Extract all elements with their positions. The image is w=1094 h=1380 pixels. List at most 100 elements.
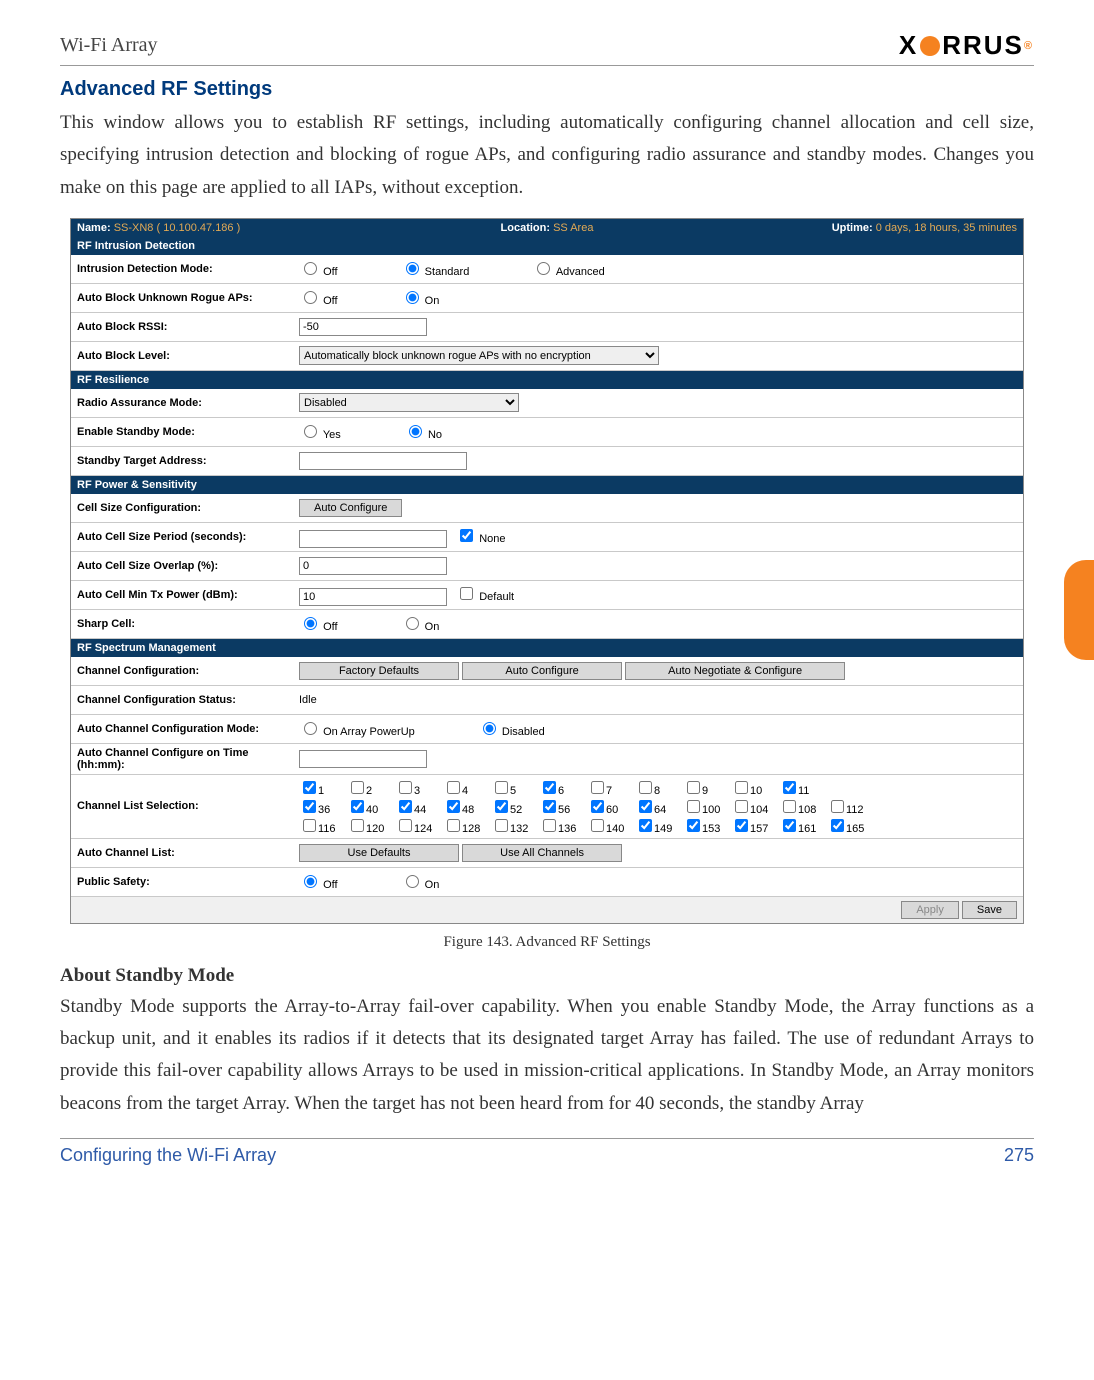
ram-select[interactable]: Disabled xyxy=(299,393,519,412)
ccs-value: Idle xyxy=(293,685,1023,714)
abur-on-radio[interactable] xyxy=(406,291,419,304)
sharp-on-radio[interactable] xyxy=(406,617,419,630)
location-value: SS Area xyxy=(553,222,593,234)
accm-powerup-radio[interactable] xyxy=(304,722,317,735)
use-defaults-button[interactable]: Use Defaults xyxy=(299,844,459,862)
cls-label: Channel List Selection: xyxy=(71,774,293,838)
auto-configure-cell-button[interactable]: Auto Configure xyxy=(299,499,402,517)
channel-list-cell: 1234567891011364044485256606410010410811… xyxy=(293,774,1023,838)
channel-10-checkbox[interactable] xyxy=(735,781,748,794)
channel-124-checkbox[interactable] xyxy=(399,819,412,832)
idm-label: Intrusion Detection Mode: xyxy=(71,255,293,284)
channel-44-checkbox[interactable] xyxy=(399,800,412,813)
channel-11-checkbox[interactable] xyxy=(783,781,796,794)
idm-off-radio[interactable] xyxy=(304,262,317,275)
ablvl-select[interactable]: Automatically block unknown rogue APs wi… xyxy=(299,346,659,365)
channel-3-checkbox[interactable] xyxy=(399,781,412,794)
channel-1-checkbox[interactable] xyxy=(303,781,316,794)
footer-left: Configuring the Wi-Fi Array xyxy=(60,1145,276,1166)
ps-on-radio[interactable] xyxy=(406,875,419,888)
channel-56-checkbox[interactable] xyxy=(543,800,556,813)
channel-4-checkbox[interactable] xyxy=(447,781,460,794)
channel-116-checkbox[interactable] xyxy=(303,819,316,832)
section-intrusion: RF Intrusion Detection xyxy=(71,237,1023,255)
sta-input[interactable] xyxy=(299,452,467,470)
cc-label: Channel Configuration: xyxy=(71,657,293,686)
page-header-label: Wi-Fi Array xyxy=(60,34,158,57)
channel-60-checkbox[interactable] xyxy=(591,800,604,813)
channel-48-checkbox[interactable] xyxy=(447,800,460,813)
channel-132-checkbox[interactable] xyxy=(495,819,508,832)
acmtp-default-checkbox[interactable] xyxy=(460,587,473,600)
channel-6-checkbox[interactable] xyxy=(543,781,556,794)
ps-off-radio[interactable] xyxy=(304,875,317,888)
auto-negotiate-button[interactable]: Auto Negotiate & Configure xyxy=(625,662,845,680)
acct-input[interactable] xyxy=(299,750,427,768)
figure-caption: Figure 143. Advanced RF Settings xyxy=(60,934,1034,951)
esm-yes-radio[interactable] xyxy=(304,425,317,438)
ram-label: Radio Assurance Mode: xyxy=(71,389,293,418)
acsp-label: Auto Cell Size Period (seconds): xyxy=(71,522,293,551)
idm-standard-radio[interactable] xyxy=(406,262,419,275)
section-power: RF Power & Sensitivity xyxy=(71,476,1023,494)
abur-label: Auto Block Unknown Rogue APs: xyxy=(71,283,293,312)
acsp-input[interactable] xyxy=(299,530,447,548)
section-title: Advanced RF Settings xyxy=(60,78,1034,101)
channel-157-checkbox[interactable] xyxy=(735,819,748,832)
location-label: Location: xyxy=(501,222,551,234)
apply-button[interactable]: Apply xyxy=(901,901,959,919)
sharp-label: Sharp Cell: xyxy=(71,609,293,638)
channel-149-checkbox[interactable] xyxy=(639,819,652,832)
esm-no-radio[interactable] xyxy=(409,425,422,438)
channel-2-checkbox[interactable] xyxy=(351,781,364,794)
csc-label: Cell Size Configuration: xyxy=(71,494,293,523)
channel-9-checkbox[interactable] xyxy=(687,781,700,794)
channel-161-checkbox[interactable] xyxy=(783,819,796,832)
use-all-channels-button[interactable]: Use All Channels xyxy=(462,844,622,862)
config-ui-panel: Name: SS-XN8 ( 10.100.47.186 ) Location:… xyxy=(70,218,1024,924)
uptime-value: 0 days, 18 hours, 35 minutes xyxy=(876,222,1017,234)
uptime-label: Uptime: xyxy=(832,222,873,234)
channel-136-checkbox[interactable] xyxy=(543,819,556,832)
channel-153-checkbox[interactable] xyxy=(687,819,700,832)
acsp-none-checkbox[interactable] xyxy=(460,529,473,542)
name-value: SS-XN8 ( 10.100.47.186 ) xyxy=(114,222,241,234)
accm-disabled-radio[interactable] xyxy=(483,722,496,735)
channel-7-checkbox[interactable] xyxy=(591,781,604,794)
page-number: 275 xyxy=(1004,1145,1034,1166)
sharp-off-radio[interactable] xyxy=(304,617,317,630)
channel-64-checkbox[interactable] xyxy=(639,800,652,813)
abrssi-input[interactable] xyxy=(299,318,427,336)
auto-configure-chan-button[interactable]: Auto Configure xyxy=(462,662,622,680)
channel-128-checkbox[interactable] xyxy=(447,819,460,832)
channel-36-checkbox[interactable] xyxy=(303,800,316,813)
intro-paragraph: This window allows you to establish RF s… xyxy=(60,107,1034,204)
channel-140-checkbox[interactable] xyxy=(591,819,604,832)
acmtp-input[interactable] xyxy=(299,588,447,606)
ablvl-label: Auto Block Level: xyxy=(71,341,293,370)
channel-52-checkbox[interactable] xyxy=(495,800,508,813)
channel-112-checkbox[interactable] xyxy=(831,800,844,813)
brand-logo: XRRUS® xyxy=(899,30,1034,61)
standby-paragraph: Standby Mode supports the Array-to-Array… xyxy=(60,991,1034,1120)
idm-advanced-radio[interactable] xyxy=(537,262,550,275)
channel-108-checkbox[interactable] xyxy=(783,800,796,813)
about-standby-heading: About Standby Mode xyxy=(60,965,1034,987)
channel-165-checkbox[interactable] xyxy=(831,819,844,832)
name-label: Name: xyxy=(77,222,111,234)
esm-label: Enable Standby Mode: xyxy=(71,417,293,446)
save-button[interactable]: Save xyxy=(962,901,1017,919)
section-resilience: RF Resilience xyxy=(71,371,1023,389)
channel-8-checkbox[interactable] xyxy=(639,781,652,794)
channel-100-checkbox[interactable] xyxy=(687,800,700,813)
channel-5-checkbox[interactable] xyxy=(495,781,508,794)
factory-defaults-button[interactable]: Factory Defaults xyxy=(299,662,459,680)
section-spectrum: RF Spectrum Management xyxy=(71,639,1023,657)
logo-dot-icon xyxy=(920,36,940,56)
channel-120-checkbox[interactable] xyxy=(351,819,364,832)
sta-label: Standby Target Address: xyxy=(71,446,293,475)
channel-40-checkbox[interactable] xyxy=(351,800,364,813)
channel-104-checkbox[interactable] xyxy=(735,800,748,813)
abur-off-radio[interactable] xyxy=(304,291,317,304)
acso-input[interactable] xyxy=(299,557,447,575)
